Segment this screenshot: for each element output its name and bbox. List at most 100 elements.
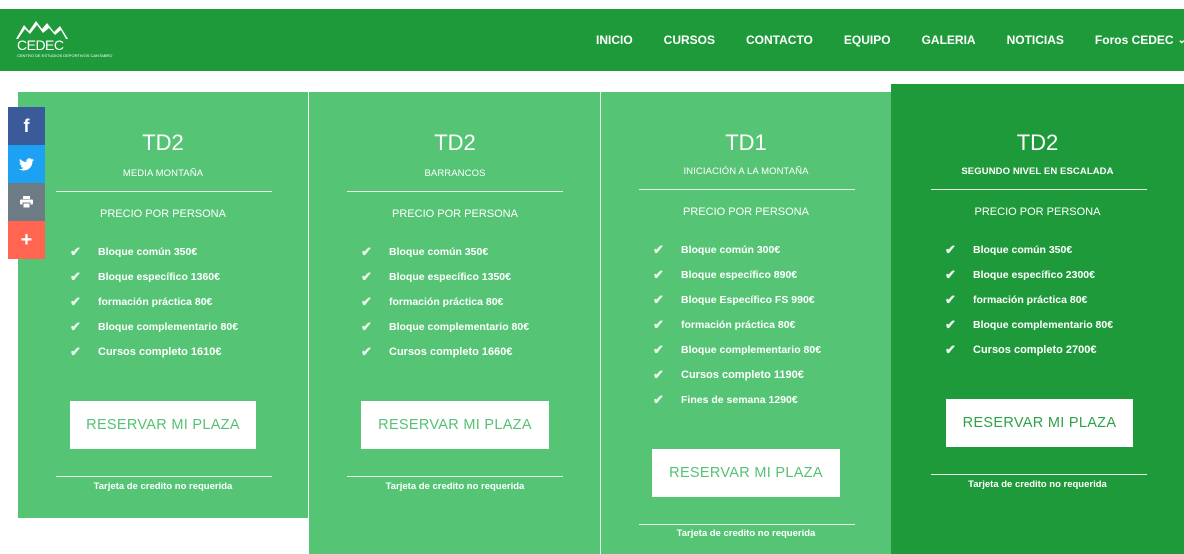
card-subtitle: BARRANCOS	[424, 168, 486, 179]
feature-item: ✔ Bloque específico 1360€	[70, 268, 220, 284]
feature-item: ✔ Bloque complementario 80€	[945, 316, 1114, 332]
nav-item-equipo[interactable]: EQUIPO	[844, 33, 891, 47]
feature-item-total: ✔ Cursos completo 1660€	[361, 343, 513, 359]
social-share-bar: f +	[8, 107, 45, 259]
divider	[639, 524, 855, 525]
feature-item: ✔ Bloque común 350€	[361, 243, 489, 259]
check-icon: ✔	[653, 241, 664, 257]
pricing-card-barrancos: TD2 BARRANCOS PRECIO POR PERSONA ✔ Bloque…	[309, 92, 601, 554]
chevron-down-icon[interactable]: ⌄	[1178, 35, 1184, 46]
check-icon: ✔	[945, 241, 956, 257]
check-icon: ✔	[945, 316, 956, 332]
facebook-share-button[interactable]: f	[8, 107, 45, 145]
logo-subtext: CENTRO DE ESTUDIOS DEPORTIVOS CANTABRO	[17, 53, 113, 58]
feature-list: ✔ Bloque común 350€ ✔ Bloque específico 23…	[945, 237, 1113, 362]
feature-item: ✔ Bloque común 300€	[653, 241, 781, 257]
card-subtitle: MEDIA MONTAÑA	[122, 168, 204, 179]
check-icon: ✔	[361, 268, 372, 284]
pricing-card-iniciacion: TD1 INICIACIÓN A LA MONTAÑA PRECIO POR P…	[601, 92, 891, 554]
check-icon: ✔	[945, 291, 956, 307]
feature-item: ✔ Bloque común 350€	[70, 243, 198, 259]
check-icon: ✔	[945, 266, 956, 282]
feature-item-total: ✔ Cursos completo 1610€	[70, 343, 222, 359]
feature-list: ✔ Bloque común 350€ ✔ Bloque específico 13…	[361, 239, 529, 364]
twitter-share-button[interactable]	[8, 145, 45, 183]
feature-item-total: ✔ Cursos completo 2700€	[945, 341, 1097, 357]
feature-item: ✔ Bloque complementario 80€	[361, 318, 530, 334]
nav-item-inicio[interactable]: INICIO	[596, 33, 633, 47]
card-title: TD2	[1016, 130, 1059, 155]
card-footer: Tarjeta de credito no requerida	[93, 481, 233, 492]
check-icon: ✔	[70, 293, 81, 309]
check-icon: ✔	[653, 341, 664, 357]
check-icon: ✔	[70, 343, 81, 359]
card-separator	[600, 92, 601, 554]
nav-item-cursos[interactable]: CURSOS	[664, 33, 715, 47]
plus-icon: +	[20, 228, 33, 251]
main-nav: INICIO CURSOS CONTACTO EQUIPO GALERIA NO…	[596, 9, 1184, 71]
feature-item: ✔ Bloque común 350€	[945, 241, 1073, 257]
feature-item: ✔ formación práctica 80€	[70, 293, 213, 309]
card-footer: Tarjeta de credito no requerida	[968, 479, 1107, 490]
check-icon: ✔	[70, 243, 81, 259]
check-icon: ✔	[70, 268, 81, 284]
check-icon: ✔	[653, 391, 664, 407]
divider	[931, 474, 1147, 475]
reserve-button[interactable]: RESERVAR MI PLAZA	[946, 399, 1133, 447]
check-icon: ✔	[653, 266, 664, 282]
nav-item-noticias[interactable]: NOTICIAS	[1007, 33, 1064, 47]
reserve-button[interactable]: RESERVAR MI PLAZA	[652, 449, 840, 497]
feature-list: ✔ Bloque común 300€ ✔ Bloque específico 89…	[653, 237, 821, 412]
price-label: PRECIO POR PERSONA	[100, 208, 226, 220]
check-icon: ✔	[945, 341, 956, 357]
divider	[347, 476, 563, 477]
price-label: PRECIO POR PERSONA	[974, 206, 1101, 218]
card-subtitle: INICIACIÓN A LA MONTAÑA	[683, 166, 809, 177]
check-icon: ✔	[653, 291, 664, 307]
feature-item: ✔ formación práctica 80€	[653, 316, 796, 332]
pricing-card-escalada: TD2 SEGUNDO NIVEL EN ESCALADA PRECIO POR…	[891, 84, 1184, 554]
card-title: TD2	[142, 130, 184, 155]
nav-item-foros[interactable]: Foros CEDEC	[1095, 33, 1174, 47]
more-share-button[interactable]: +	[8, 221, 45, 259]
feature-item: ✔ Bloque complementario 80€	[653, 341, 822, 357]
reserve-button[interactable]: RESERVAR MI PLAZA	[361, 401, 549, 449]
price-label: PRECIO POR PERSONA	[683, 206, 809, 218]
nav-item-contacto[interactable]: CONTACTO	[746, 33, 813, 47]
print-button[interactable]	[8, 183, 45, 221]
check-icon: ✔	[361, 293, 372, 309]
feature-list: ✔ Bloque común 350€ ✔ Bloque específico 13…	[70, 239, 238, 364]
cedec-logo[interactable]: CEDEC CENTRO DE ESTUDIOS DEPORTIVOS CANT…	[16, 19, 113, 65]
card-title: TD1	[725, 130, 767, 155]
page: CEDEC CENTRO DE ESTUDIOS DEPORTIVOS CANT…	[0, 0, 1184, 554]
reserve-button[interactable]: RESERVAR MI PLAZA	[70, 401, 256, 449]
price-label: PRECIO POR PERSONA	[392, 208, 518, 220]
card-title: TD2	[434, 130, 476, 155]
divider	[639, 189, 855, 190]
divider	[56, 476, 272, 477]
feature-item: ✔ Fines de semana 1290€	[653, 391, 798, 407]
feature-item: ✔ Bloque específico 890€	[653, 266, 798, 282]
divider	[56, 191, 272, 192]
nav-item-galeria[interactable]: GALERIA	[922, 33, 976, 47]
site-header: CEDEC CENTRO DE ESTUDIOS DEPORTIVOS CANT…	[0, 9, 1184, 71]
card-subtitle: SEGUNDO NIVEL EN ESCALADA	[961, 166, 1114, 177]
pricing-card-media-montana: TD2 MEDIA MONTAÑA PRECIO POR PERSONA ✔ Bl…	[18, 92, 308, 518]
card-footer: Tarjeta de credito no requerida	[385, 481, 525, 492]
check-icon: ✔	[361, 318, 372, 334]
print-icon	[20, 196, 33, 208]
divider	[347, 191, 563, 192]
mountain-logo-icon	[16, 21, 68, 39]
twitter-icon	[19, 157, 34, 170]
check-icon: ✔	[361, 243, 372, 259]
logo-text: CEDEC	[17, 37, 64, 53]
feature-item: ✔ Bloque específico 1350€	[361, 268, 511, 284]
feature-item: ✔ Bloque específico 2300€	[945, 266, 1095, 282]
facebook-icon: f	[23, 115, 30, 136]
check-icon: ✔	[653, 366, 664, 382]
feature-item-total: ✔ Cursos completo 1190€	[653, 366, 804, 382]
divider	[931, 189, 1147, 190]
check-icon: ✔	[361, 343, 372, 359]
check-icon: ✔	[70, 318, 81, 334]
feature-item: ✔ Bloque Específico FS 990€	[653, 291, 815, 307]
